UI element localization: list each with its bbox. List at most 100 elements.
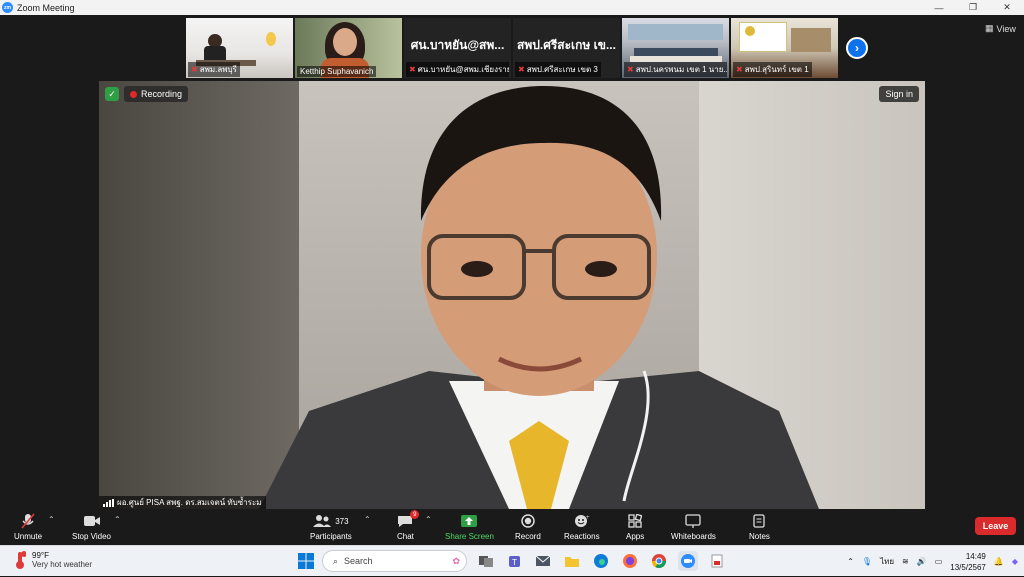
sign-in-button[interactable]: Sign in [879, 86, 919, 102]
participants-label: Participants [310, 532, 352, 541]
chrome-icon[interactable] [649, 551, 669, 571]
input-language[interactable]: ไทย [880, 555, 894, 568]
leave-button[interactable]: Leave [975, 517, 1016, 535]
window-controls: — ❐ ✕ [922, 0, 1024, 15]
thermometer-icon [14, 550, 27, 570]
firefox-icon[interactable] [620, 551, 640, 571]
chat-chevron-icon[interactable]: ⌃ [425, 515, 432, 524]
video-options-chevron-icon[interactable]: ⌃ [114, 515, 121, 524]
title-bar: zm Zoom Meeting — ❐ ✕ [0, 0, 1024, 15]
minimize-button[interactable]: — [922, 0, 956, 15]
next-page-arrow-icon[interactable]: › [846, 37, 868, 59]
participants-button[interactable]: 373 Participants [310, 513, 352, 541]
chat-label: Chat [397, 532, 414, 541]
notes-button[interactable]: Notes [749, 513, 770, 541]
participant-name: Ketthip Suphavanich [300, 67, 374, 76]
close-button[interactable]: ✕ [990, 0, 1024, 15]
whiteboards-button[interactable]: Whiteboards [671, 513, 716, 541]
reactions-label: Reactions [564, 532, 600, 541]
speaker-name-tag: ผอ.ศูนย์ PISA สพฐ. ดร.สมเจตน์ ทับซ้ำระม [99, 496, 266, 509]
share-screen-icon [460, 513, 478, 529]
search-placeholder: Search [344, 556, 373, 566]
smile-icon: + [574, 513, 590, 529]
participant-display-name: ศน.บาหยัน@สพ... [410, 38, 505, 52]
copilot-icon[interactable]: ◆ [1012, 557, 1018, 566]
tray-overflow-chevron-icon[interactable]: ⌃ [847, 557, 854, 566]
chat-icon: 9 [397, 510, 420, 529]
stop-video-button[interactable]: Stop Video [72, 513, 111, 541]
chat-button[interactable]: 9 Chat [397, 510, 420, 541]
record-button[interactable]: Record [515, 513, 541, 541]
speaker-name: ผอ.ศูนย์ PISA สพฐ. ดร.สมเจตน์ ทับซ้ำระม [117, 498, 262, 507]
file-explorer-icon[interactable] [562, 551, 582, 571]
windows-start-icon[interactable] [296, 551, 316, 571]
participant-thumbnail[interactable]: ✖ สพป.สุรินทร์ เขต 1 [731, 18, 838, 78]
participant-name: สพป.นครพนม เขต 1 นาย... [635, 65, 727, 74]
audio-options-chevron-icon[interactable]: ⌃ [48, 515, 55, 524]
participant-name: สพป.สุรินทร์ เขต 1 [744, 65, 809, 74]
chat-unread-badge: 9 [410, 510, 420, 519]
apps-button[interactable]: Apps [626, 513, 644, 541]
recording-label: Recording [141, 89, 183, 99]
participant-name: ศน.บาหยัน@สพม.เชียงราย [417, 65, 509, 74]
restore-button[interactable]: ❐ [956, 0, 990, 15]
system-tray: ⌃ 🎙 ไทย ≋ 🔊 ▭ 14:49 13/5/2567 🔔 ◆ [847, 546, 1024, 577]
mail-icon[interactable] [533, 551, 553, 571]
windows-taskbar: 99°F Very hot weather ⌕ Search ✿ T ⌃ 🎙 ไ… [0, 545, 1024, 576]
reactions-button[interactable]: + Reactions [564, 513, 600, 541]
teams-icon[interactable]: T [505, 551, 525, 571]
microphone-icon[interactable]: 🎙 [862, 557, 872, 566]
unmute-button[interactable]: Unmute [14, 513, 42, 541]
muted-mic-icon: ✖ [409, 65, 416, 74]
wifi-icon[interactable]: ≋ [902, 557, 909, 566]
participants-icon: 373 [313, 513, 349, 529]
zoom-taskbar-icon[interactable] [678, 551, 698, 571]
notification-bell-icon[interactable]: 🔔 [994, 557, 1004, 566]
weather-description: Very hot weather [32, 560, 93, 569]
battery-icon[interactable]: ▭ [935, 557, 943, 566]
muted-mic-icon: ✖ [518, 65, 525, 74]
share-screen-button[interactable]: Share Screen [445, 513, 494, 541]
svg-text:T: T [512, 558, 517, 567]
zoom-logo-icon: zm [2, 2, 13, 13]
participant-name: สพม.ลพบุรี [199, 65, 237, 74]
meeting-stage: ✖ สพม.ลพบุรี Ketthip Suphavanich ศน.บาหยั… [0, 15, 1024, 509]
signal-strength-icon [103, 498, 114, 507]
weather-temperature: 99°F [32, 551, 49, 560]
clock-time: 14:49 [965, 551, 986, 561]
speaker-figure [259, 86, 819, 509]
participants-count: 373 [335, 516, 349, 526]
volume-icon[interactable]: 🔊 [917, 557, 927, 566]
svg-text:+: + [586, 515, 590, 521]
participant-name: สพป.ศรีสะเกษ เขต 3 [526, 65, 598, 74]
record-icon [521, 513, 535, 529]
weather-widget[interactable]: 99°F Very hot weather [14, 550, 92, 570]
unmute-label: Unmute [14, 532, 43, 541]
task-view-icon[interactable] [476, 551, 496, 571]
muted-mic-icon: ✖ [627, 65, 634, 74]
participants-chevron-icon[interactable]: ⌃ [364, 515, 371, 524]
notes-icon [753, 513, 766, 529]
view-button[interactable]: ▦ View [985, 23, 1016, 34]
participant-thumbnail[interactable]: สพป.ศรีสะเกษ เข... ✖ สพป.ศรีสะเกษ เขต 3 [513, 18, 620, 78]
whiteboard-icon [685, 513, 702, 529]
recording-indicator[interactable]: Recording [124, 86, 189, 102]
document-app-icon[interactable] [707, 551, 727, 571]
participant-thumbnail[interactable]: ศน.บาหยัน@สพ... ✖ ศน.บาหยัน@สพม.เชียงราย [404, 18, 511, 78]
participant-thumbnail[interactable]: ✖ สพม.ลพบุรี [186, 18, 293, 78]
share-screen-label: Share Screen [445, 532, 494, 541]
apps-icon [628, 513, 643, 529]
encryption-shield-icon[interactable]: ✓ [105, 87, 119, 101]
muted-mic-icon [20, 513, 36, 529]
taskbar-clock[interactable]: 14:49 13/5/2567 [950, 551, 986, 573]
meeting-toolbar: Unmute ⌃ Stop Video ⌃ 373 Participants ⌃… [0, 509, 1024, 545]
participant-thumbnail[interactable]: Ketthip Suphavanich [295, 18, 402, 78]
stop-video-label: Stop Video [72, 532, 111, 541]
edge-browser-icon[interactable] [591, 551, 611, 571]
taskbar-search-input[interactable]: ⌕ Search ✿ [322, 550, 467, 572]
participant-display-name: สพป.ศรีสะเกษ เข... [517, 38, 616, 52]
whiteboards-label: Whiteboards [671, 532, 716, 541]
recording-dot-icon [130, 90, 137, 98]
participant-thumbnail[interactable]: ✖ สพป.นครพนม เขต 1 นาย... [622, 18, 729, 78]
muted-mic-icon: ✖ [736, 65, 743, 74]
